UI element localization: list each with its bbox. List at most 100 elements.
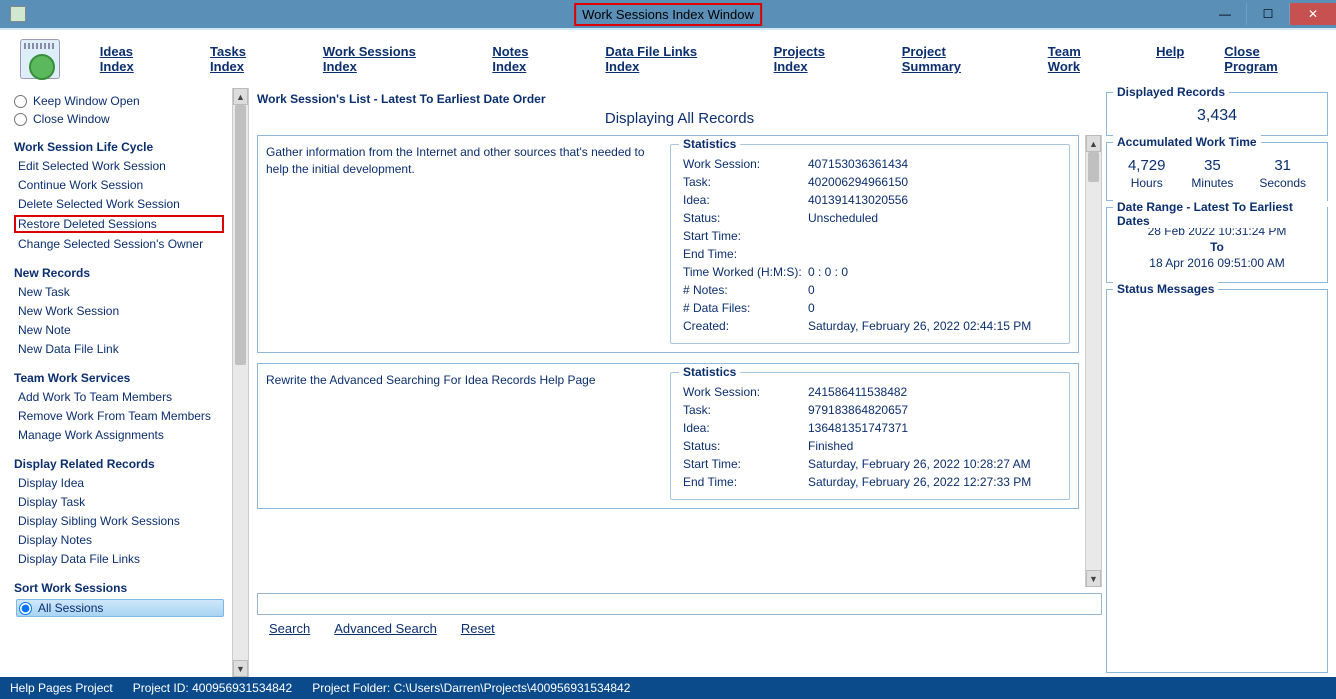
toolbar-help[interactable]: Help xyxy=(1156,44,1184,74)
status-messages-heading: Status Messages xyxy=(1113,282,1218,296)
toolbar-work-sessions-index[interactable]: Work Sessions Index xyxy=(323,44,452,74)
sidebar-item-continue-work-session[interactable]: Continue Work Session xyxy=(16,177,224,193)
scroll-thumb[interactable] xyxy=(235,105,246,365)
hours-label: Hours xyxy=(1128,176,1166,190)
toolbar-project-summary[interactable]: Project Summary xyxy=(902,44,1008,74)
toolbar-projects-index[interactable]: Projects Index xyxy=(774,44,862,74)
toolbar-ideas-index[interactable]: Ideas Index xyxy=(100,44,170,74)
minutes-value: 35 xyxy=(1191,157,1233,174)
accumulated-time-panel: Accumulated Work Time 4,729Hours 35Minut… xyxy=(1106,142,1328,201)
stat-value: Saturday, February 26, 2022 12:27:33 PM xyxy=(808,475,1059,489)
stat-value: 0 : 0 : 0 xyxy=(808,265,1059,279)
minimize-button[interactable]: — xyxy=(1204,3,1246,25)
toolbar-tasks-index[interactable]: Tasks Index xyxy=(210,44,283,74)
advanced-search-link[interactable]: Advanced Search xyxy=(334,621,437,636)
status-messages-panel: Status Messages xyxy=(1106,289,1328,673)
sidebar-heading: Team Work Services xyxy=(14,371,224,385)
toolbar-team-work[interactable]: Team Work xyxy=(1048,44,1116,74)
statistics-heading: Statistics xyxy=(679,365,740,379)
stat-value xyxy=(808,229,1059,243)
scroll-down-icon[interactable]: ▼ xyxy=(1086,570,1101,587)
date-range-earliest: 18 Apr 2016 09:51:00 AM xyxy=(1115,256,1319,270)
stat-label: Status: xyxy=(683,211,808,225)
sidebar-heading: Sort Work Sessions xyxy=(14,581,224,595)
toolbar-data-file-links-index[interactable]: Data File Links Index xyxy=(605,44,733,74)
search-input[interactable] xyxy=(257,593,1102,615)
sidebar-item-remove-work-from-team-members[interactable]: Remove Work From Team Members xyxy=(16,408,224,424)
stat-label: End Time: xyxy=(683,475,808,489)
records-scrollbar[interactable]: ▲ ▼ xyxy=(1085,135,1102,587)
sidebar-item-new-data-file-link[interactable]: New Data File Link xyxy=(16,341,224,357)
stat-label: # Notes: xyxy=(683,283,808,297)
stat-value: 402006294966150 xyxy=(808,175,1059,189)
sidebar-item-restore-deleted-sessions[interactable]: Restore Deleted Sessions xyxy=(14,215,224,233)
titlebar: Work Sessions Index Window — ☐ ✕ xyxy=(0,0,1336,28)
maximize-button[interactable]: ☐ xyxy=(1247,3,1289,25)
keep-window-open-radio[interactable]: Keep Window Open xyxy=(14,94,224,108)
sidebar: Keep Window Open Close Window Work Sessi… xyxy=(0,88,232,677)
work-session-record[interactable]: Gather information from the Internet and… xyxy=(257,135,1079,353)
sidebar-item-manage-work-assignments[interactable]: Manage Work Assignments xyxy=(16,427,224,443)
seconds-value: 31 xyxy=(1259,157,1306,174)
close-window-radio[interactable]: Close Window xyxy=(14,112,224,126)
close-button[interactable]: ✕ xyxy=(1290,3,1336,25)
reset-link[interactable]: Reset xyxy=(461,621,495,636)
stat-label: Task: xyxy=(683,175,808,189)
toolbar-notes-index[interactable]: Notes Index xyxy=(492,44,565,74)
search-link[interactable]: Search xyxy=(269,621,310,636)
sidebar-item-display-task[interactable]: Display Task xyxy=(16,494,224,510)
sidebar-item-display-notes[interactable]: Display Notes xyxy=(16,532,224,548)
displayed-records-panel: Displayed Records 3,434 xyxy=(1106,92,1328,136)
stat-value: Unscheduled xyxy=(808,211,1059,225)
right-column: Displayed Records 3,434 Accumulated Work… xyxy=(1106,88,1336,677)
sidebar-item-new-work-session[interactable]: New Work Session xyxy=(16,303,224,319)
stat-value: 0 xyxy=(808,283,1059,297)
stat-value: 136481351747371 xyxy=(808,421,1059,435)
record-statistics: StatisticsWork Session:241586411538482Ta… xyxy=(670,372,1070,500)
sidebar-item-display-data-file-links[interactable]: Display Data File Links xyxy=(16,551,224,567)
stat-value: 401391413020556 xyxy=(808,193,1059,207)
stat-value: Saturday, February 26, 2022 02:44:15 PM xyxy=(808,319,1059,333)
display-all-label: Displaying All Records xyxy=(257,110,1102,127)
stat-label: Idea: xyxy=(683,193,808,207)
main-panel: Work Session's List - Latest To Earliest… xyxy=(249,88,1106,677)
stat-value: 407153036361434 xyxy=(808,157,1059,171)
date-range-heading: Date Range - Latest To Earliest Dates xyxy=(1113,200,1327,228)
sidebar-item-delete-selected-work-session[interactable]: Delete Selected Work Session xyxy=(16,196,224,212)
stat-label: End Time: xyxy=(683,247,808,261)
scroll-down-icon[interactable]: ▼ xyxy=(233,660,248,677)
keep-window-open-label: Keep Window Open xyxy=(33,94,140,108)
seconds-label: Seconds xyxy=(1259,176,1306,190)
scroll-up-icon[interactable]: ▲ xyxy=(233,88,248,105)
sidebar-item-add-work-to-team-members[interactable]: Add Work To Team Members xyxy=(16,389,224,405)
stat-label: Status: xyxy=(683,439,808,453)
statusbar: Help Pages Project Project ID: 400956931… xyxy=(0,677,1336,699)
record-statistics: StatisticsWork Session:407153036361434Ta… xyxy=(670,144,1070,344)
scroll-up-icon[interactable]: ▲ xyxy=(1086,135,1101,152)
statistics-heading: Statistics xyxy=(679,137,740,151)
sidebar-item-new-task[interactable]: New Task xyxy=(16,284,224,300)
sidebar-item-display-idea[interactable]: Display Idea xyxy=(16,475,224,491)
calendar-clock-icon xyxy=(20,39,60,79)
sidebar-heading: Display Related Records xyxy=(14,457,224,471)
stat-label: Start Time: xyxy=(683,229,808,243)
stat-value xyxy=(808,247,1059,261)
sidebar-item-new-note[interactable]: New Note xyxy=(16,322,224,338)
work-session-record[interactable]: Rewrite the Advanced Searching For Idea … xyxy=(257,363,1079,509)
app-icon xyxy=(10,6,26,22)
record-description: Gather information from the Internet and… xyxy=(266,144,660,344)
sidebar-scrollbar[interactable]: ▲ ▼ xyxy=(232,88,249,677)
sidebar-item-all-sessions[interactable]: All Sessions xyxy=(16,599,224,617)
minutes-label: Minutes xyxy=(1191,176,1233,190)
date-range-panel: Date Range - Latest To Earliest Dates 28… xyxy=(1106,207,1328,283)
status-project-name: Help Pages Project xyxy=(10,681,113,695)
stat-label: Idea: xyxy=(683,421,808,435)
scroll-thumb[interactable] xyxy=(1088,152,1099,182)
sidebar-item-edit-selected-work-session[interactable]: Edit Selected Work Session xyxy=(16,158,224,174)
stat-label: Work Session: xyxy=(683,385,808,399)
sidebar-item-display-sibling-work-sessions[interactable]: Display Sibling Work Sessions xyxy=(16,513,224,529)
date-range-to: To xyxy=(1115,240,1319,254)
toolbar: Ideas Index Tasks Index Work Sessions Inde… xyxy=(0,28,1336,88)
toolbar-close-program[interactable]: Close Program xyxy=(1224,44,1316,74)
sidebar-item-change-selected-session-s-owner[interactable]: Change Selected Session's Owner xyxy=(16,236,224,252)
